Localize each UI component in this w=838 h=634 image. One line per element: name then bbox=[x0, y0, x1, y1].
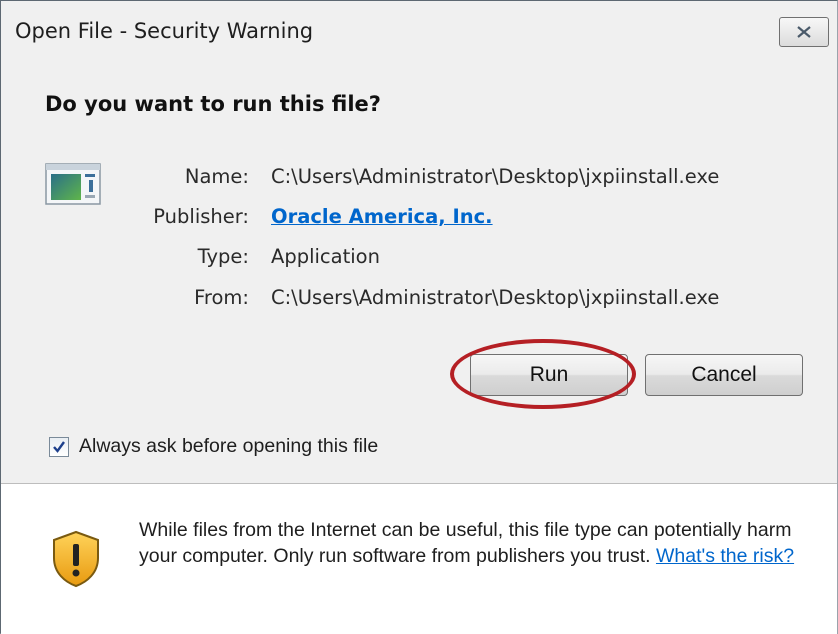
shield-warning-icon bbox=[53, 530, 99, 588]
risk-link[interactable]: What's the risk? bbox=[656, 545, 794, 567]
always-ask-option: Always ask before opening this file bbox=[49, 435, 378, 458]
title-bar: Open File - Security Warning bbox=[1, 1, 837, 67]
publisher-link[interactable]: Oracle America, Inc. bbox=[271, 205, 493, 228]
type-label: Type: bbox=[197, 245, 249, 268]
from-value: C:\Users\Administrator\Desktop\jxpiinsta… bbox=[271, 286, 720, 309]
run-button[interactable]: Run bbox=[470, 354, 628, 396]
footer-panel: While files from the Internet can be use… bbox=[1, 483, 837, 634]
name-value: C:\Users\Administrator\Desktop\jxpiinsta… bbox=[271, 165, 720, 188]
always-ask-checkbox[interactable] bbox=[49, 436, 69, 457]
type-value: Application bbox=[271, 245, 380, 268]
from-label: From: bbox=[194, 286, 249, 309]
window-title: Open File - Security Warning bbox=[15, 19, 314, 43]
dialog-heading: Do you want to run this file? bbox=[45, 92, 381, 116]
cancel-button[interactable]: Cancel bbox=[645, 354, 803, 396]
name-label: Name: bbox=[184, 165, 249, 188]
close-icon bbox=[797, 26, 811, 38]
close-button[interactable] bbox=[779, 17, 829, 47]
warning-message: While files from the Internet can be use… bbox=[139, 517, 799, 569]
publisher-label: Publisher: bbox=[153, 205, 249, 228]
security-warning-dialog: Open File - Security Warning Do you want… bbox=[0, 0, 838, 634]
always-ask-label: Always ask before opening this file bbox=[79, 435, 379, 457]
checkmark-icon bbox=[53, 440, 65, 453]
